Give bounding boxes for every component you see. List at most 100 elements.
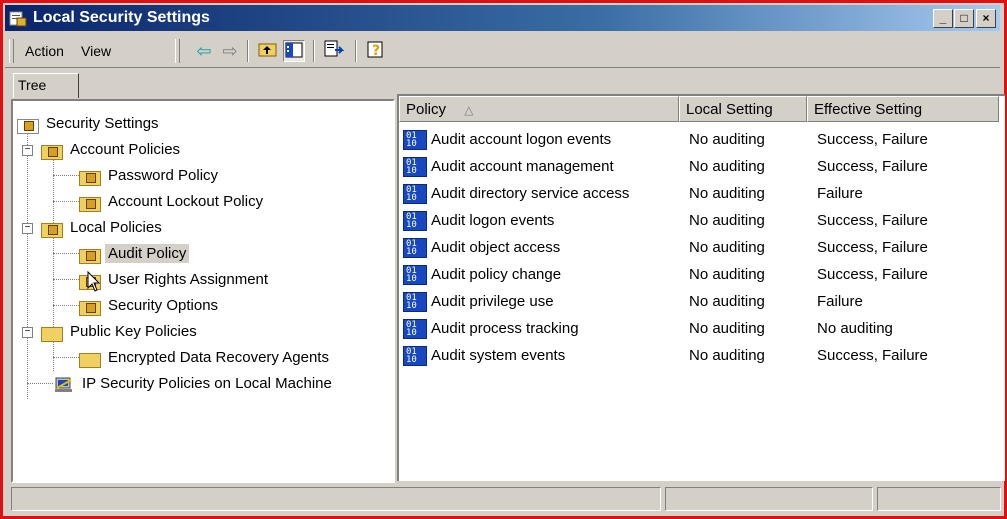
tree-pane: Security Settings − Account Policies Pas… — [11, 99, 395, 483]
collapse-public-key-policies-icon[interactable]: − — [22, 327, 33, 338]
audit-policy-icon: 01 10 — [403, 265, 427, 286]
local-setting-value: No auditing — [689, 347, 765, 364]
policy-name: Audit policy change — [431, 266, 562, 283]
tree-line — [53, 357, 79, 358]
collapse-account-policies-icon[interactable]: − — [22, 145, 33, 156]
column-header-effective-setting[interactable]: Effective Setting — [807, 96, 999, 122]
tree-node-security-settings[interactable]: Security Settings — [17, 113, 162, 135]
status-bar — [11, 487, 1003, 513]
table-row[interactable]: 01 10 Audit process tracking No auditing No … — [403, 315, 999, 342]
status-panel-1 — [11, 487, 661, 511]
export-list-icon[interactable] — [323, 40, 345, 62]
tree-line — [53, 235, 54, 331]
forward-arrow-icon[interactable]: ⇨ — [219, 40, 241, 62]
table-row[interactable]: 01 10 Audit account logon events No auditin… — [403, 126, 999, 153]
local-setting-value: No auditing — [689, 266, 765, 283]
tree-line — [27, 131, 28, 399]
toolbar-grip-2[interactable] — [175, 39, 180, 63]
folder-icon — [41, 324, 63, 343]
tree-node-security-options[interactable]: Security Options — [79, 295, 221, 317]
effective-setting-value: Success, Failure — [817, 347, 928, 364]
tree-node-ip-security-policies[interactable]: IP Security Policies on Local Machine — [53, 373, 335, 395]
status-panel-3 — [877, 487, 1001, 511]
tree-node-encrypted-data-recovery-agents[interactable]: Encrypted Data Recovery Agents — [79, 347, 332, 369]
audit-policy-icon: 01 10 — [403, 319, 427, 340]
table-row[interactable]: 01 10 Audit account management No auditing S… — [403, 153, 999, 180]
svg-text:?: ? — [372, 43, 380, 59]
locked-folder-icon — [79, 246, 101, 265]
tree-node-local-policies[interactable]: Local Policies — [41, 217, 165, 239]
close-button[interactable]: × — [976, 9, 996, 28]
effective-setting-value: Success, Failure — [817, 131, 928, 148]
show-hide-tree-icon[interactable] — [283, 40, 305, 62]
action-menu[interactable]: Action — [25, 43, 64, 59]
local-setting-value: No auditing — [689, 158, 765, 175]
window-title: Local Security Settings — [33, 9, 210, 26]
table-row[interactable]: 01 10 Audit logon events No auditing Success… — [403, 207, 999, 234]
app-window: Local Security Settings _ □ × Action Vie… — [0, 0, 1007, 519]
back-arrow-icon[interactable]: ⇦ — [193, 40, 215, 62]
local-setting-value: No auditing — [689, 212, 765, 229]
audit-policy-icon: 01 10 — [403, 346, 427, 367]
mouse-cursor-icon — [87, 271, 101, 292]
effective-setting-value: Success, Failure — [817, 158, 928, 175]
audit-policy-icon: 01 10 — [403, 292, 427, 313]
security-settings-icon — [9, 11, 27, 27]
tree-node-user-rights-assignment[interactable]: User Rights Assignment — [79, 269, 271, 291]
locked-folder-icon — [41, 142, 63, 161]
up-one-level-icon[interactable] — [257, 40, 279, 62]
table-row[interactable]: 01 10 Audit privilege use No auditing Failur… — [403, 288, 999, 315]
policy-name: Audit object access — [431, 239, 561, 256]
view-menu[interactable]: View — [81, 43, 111, 59]
tree-line — [53, 305, 79, 306]
effective-setting-value: Failure — [817, 293, 863, 310]
audit-policy-icon: 01 10 — [403, 238, 427, 259]
minimize-button[interactable]: _ — [933, 9, 953, 28]
local-setting-value: No auditing — [689, 239, 765, 256]
policy-name: Audit directory service access — [431, 185, 630, 202]
toolbar-grip[interactable] — [9, 39, 14, 63]
local-setting-value: No auditing — [689, 320, 765, 337]
local-setting-value: No auditing — [689, 293, 765, 310]
locked-folder-icon — [79, 168, 101, 187]
audit-policy-icon: 01 10 — [403, 184, 427, 205]
audit-policy-icon: 01 10 — [403, 157, 427, 178]
folder-icon — [79, 350, 101, 369]
tree-node-public-key-policies[interactable]: Public Key Policies — [41, 321, 200, 343]
toolbar: Action View ⇦ ⇨ ? — [5, 35, 1000, 68]
policy-name: Audit account logon events — [431, 131, 612, 148]
table-row[interactable]: 01 10 Audit directory service access No aud… — [403, 180, 999, 207]
title-bar[interactable]: Local Security Settings _ □ × — [5, 5, 1000, 31]
column-header-policy[interactable]: Policy △ — [399, 96, 679, 122]
local-setting-value: No auditing — [689, 185, 765, 202]
toolbar-separator-3 — [355, 40, 357, 62]
local-setting-value: No auditing — [689, 131, 765, 148]
tree-line — [53, 339, 54, 371]
collapse-local-policies-icon[interactable]: − — [22, 223, 33, 234]
ip-security-icon — [53, 376, 75, 393]
tree-line — [27, 383, 53, 384]
locked-folder-icon — [79, 194, 101, 213]
tree-line — [53, 201, 79, 202]
help-icon[interactable]: ? — [365, 40, 387, 62]
tree-node-account-policies[interactable]: Account Policies — [41, 139, 183, 161]
column-header-local-setting[interactable]: Local Setting — [679, 96, 807, 122]
column-header-policy-label: Policy — [406, 101, 447, 118]
tree-node-account-lockout-policy[interactable]: Account Lockout Policy — [79, 191, 266, 213]
tree-line — [53, 253, 79, 254]
table-row[interactable]: 01 10 Audit policy change No auditing Succes… — [403, 261, 999, 288]
tree-node-password-policy[interactable]: Password Policy — [79, 165, 221, 187]
sort-ascending-icon: △ — [464, 103, 474, 117]
status-panel-2 — [665, 487, 873, 511]
policy-name: Audit privilege use — [431, 293, 554, 310]
tree-node-audit-policy[interactable]: Audit Policy — [79, 243, 190, 265]
policy-name: Audit account management — [431, 158, 614, 175]
audit-policy-icon: 01 10 — [403, 130, 427, 151]
tab-tree[interactable]: Tree — [13, 73, 79, 98]
tree-line — [53, 175, 79, 176]
table-row[interactable]: 01 10 Audit object access No auditing Succes… — [403, 234, 999, 261]
policy-name: Audit logon events — [431, 212, 555, 229]
table-row[interactable]: 01 10 Audit system events No auditing Succes… — [403, 342, 999, 369]
details-pane: Policy △ Local Setting Effective Setting… — [397, 94, 1005, 481]
maximize-button[interactable]: □ — [954, 9, 974, 28]
